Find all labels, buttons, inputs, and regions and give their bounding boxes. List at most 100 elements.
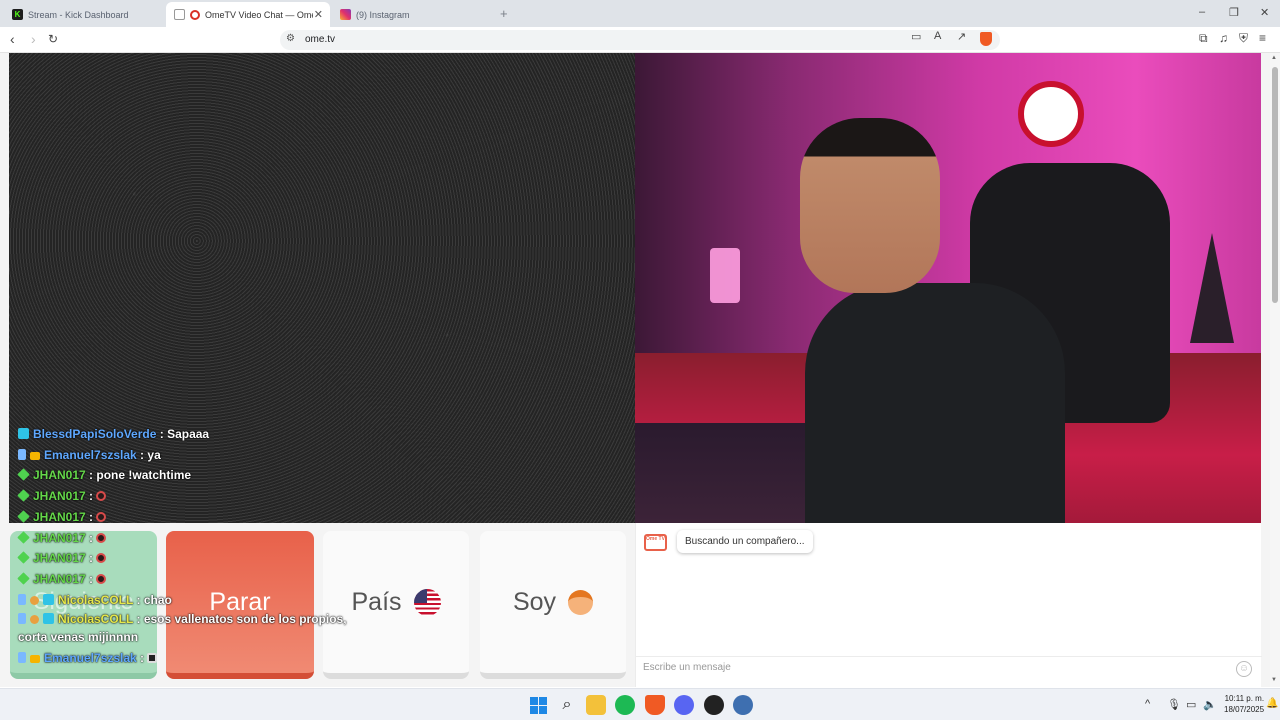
restore-icon[interactable]: ❐ [1229, 6, 1239, 19]
stream-chat-overlay: BlessdPapiSoloVerde : Sapaaa Emanuel7szs… [17, 424, 348, 669]
emote-icon [147, 653, 158, 664]
kick-icon: K [12, 9, 23, 20]
emote-icon [96, 573, 107, 584]
discord-icon[interactable] [674, 695, 694, 715]
chat-message: JHAN017 : [17, 569, 348, 590]
clock-time: 10:11 p. m. [1224, 694, 1265, 703]
instagram-icon [340, 9, 351, 20]
search-icon[interactable]: ⌕ [557, 695, 577, 715]
sub-badge-icon [43, 593, 54, 605]
back-icon[interactable]: ‹ [10, 31, 15, 47]
no-sign-poster [1018, 81, 1084, 147]
brave-shield-icon[interactable] [980, 32, 992, 46]
start-icon[interactable] [528, 695, 548, 715]
tab-title: (9) Instagram [356, 9, 410, 20]
gift-badge-icon [30, 595, 39, 605]
scroll-up-icon[interactable]: ▲ [1271, 55, 1277, 61]
extensions-icon[interactable]: ⧉ [1199, 31, 1208, 46]
new-tab-button[interactable]: + [500, 6, 508, 21]
chat-message: BlessdPapiSoloVerde : Sapaaa [18, 424, 348, 445]
ometv-logo-icon: Ome TV [644, 534, 667, 551]
gender-button[interactable]: Soy [480, 531, 626, 679]
country-button-label: País [351, 587, 402, 616]
cast-icon[interactable]: ▭ [911, 30, 921, 43]
sword-badge-icon [18, 652, 26, 664]
spotify-icon[interactable] [615, 695, 635, 715]
media-icon[interactable]: ♫ [1219, 31, 1228, 45]
boy-face-icon [568, 589, 594, 615]
tab-ometv[interactable]: OmeTV Video Chat — Omeg ✕ [166, 2, 330, 27]
emote-icon [96, 553, 107, 564]
windows-taskbar: ⌕ ^ 🎙 ▭ 🔈 10:11 p. m. 18/07/2025 🔔 [0, 688, 1280, 720]
clock-date: 18/07/2025 [1224, 705, 1265, 714]
url-field[interactable]: ⚙ ome.tv [280, 30, 1000, 50]
green-badge-icon [17, 530, 30, 544]
gift-badge-icon [30, 615, 39, 625]
system-clock[interactable]: 10:11 p. m. 18/07/2025 [1224, 693, 1264, 715]
emote-icon [96, 511, 107, 522]
message-bar: ☺ [636, 656, 1262, 681]
forward-icon[interactable]: › [31, 31, 36, 47]
tab-instagram[interactable]: (9) Instagram [332, 2, 492, 27]
gender-button-label: Soy [512, 587, 557, 616]
translate-icon[interactable]: A [934, 30, 941, 42]
emoji-icon[interactable]: ☺ [1236, 661, 1252, 677]
vpn-shield-icon[interactable]: ⛨ [1239, 31, 1248, 46]
green-badge-icon [17, 551, 30, 564]
file-explorer-icon[interactable] [586, 695, 606, 715]
site-settings-icon[interactable]: ⚙ [286, 33, 295, 44]
settings-icon[interactable] [733, 695, 753, 715]
status-message: Buscando un compañero... [677, 530, 813, 553]
tab-strip: K Stream - Kick Dashboard OmeTV Video Ch… [0, 0, 1280, 27]
close-window-icon[interactable]: ✕ [1260, 6, 1269, 19]
page-scrollbar[interactable]: ▲ ▼ [1270, 53, 1280, 687]
tab-kick-dashboard[interactable]: K Stream - Kick Dashboard [4, 2, 164, 27]
message-input[interactable] [643, 662, 1223, 673]
minimize-icon[interactable]: – [1199, 6, 1205, 18]
brave-icon[interactable] [645, 695, 665, 715]
chat-message: NicolasCOLL : chao [18, 590, 348, 611]
network-icon[interactable]: ▭ [1186, 698, 1196, 711]
chat-message: Emanuel7szslak : ya [18, 445, 348, 466]
notifications-icon[interactable]: 🔔 [1266, 698, 1278, 709]
chat-message: Emanuel7szslak : [18, 648, 348, 669]
us-flag-icon [413, 588, 441, 616]
url-text: ome.tv [305, 34, 336, 45]
green-badge-icon [17, 572, 30, 585]
sword-badge-icon [18, 613, 26, 625]
green-badge-icon [17, 489, 30, 502]
scroll-down-icon[interactable]: ▼ [1271, 677, 1277, 683]
share-icon[interactable]: ↗ [957, 30, 966, 43]
reload-icon[interactable]: ↻ [48, 32, 58, 46]
ometv-page: Siguiente Parar País Soy Ome TV Buscando… [0, 53, 1270, 687]
volume-icon[interactable]: 🔈 [1203, 698, 1217, 711]
tab-title: Stream - Kick Dashboard [28, 9, 129, 20]
chat-message: JHAN017 : [17, 548, 348, 569]
sword-badge-icon [18, 593, 26, 605]
scroll-thumb[interactable] [1272, 67, 1278, 303]
streamer [800, 118, 940, 293]
address-bar: ‹ › ↻ ⚙ ome.tv ▭ A ↗ ⧉ ♫ ⛨ ≡ [0, 27, 1280, 53]
chat-panel: Ome TV Buscando un compañero... ☺ [635, 523, 1262, 687]
chat-message: JHAN017 : [17, 486, 348, 507]
sword-badge-icon [18, 448, 26, 460]
sub-badge-icon [18, 428, 29, 439]
chat-message: NicolasCOLL : esos vallenatos son de los… [18, 612, 347, 645]
green-badge-icon [17, 510, 30, 523]
self-camera-video [635, 53, 1261, 523]
emote-icon [96, 491, 107, 502]
tab-favicon-icon [174, 9, 185, 20]
tab-title: OmeTV Video Chat — Omeg [205, 9, 313, 20]
chat-message: JHAN017 : [17, 507, 348, 528]
chat-message: JHAN017 : pone !watchtime [17, 465, 348, 486]
microphone-icon[interactable]: 🎙 [1167, 698, 1181, 711]
sub-badge-icon [43, 613, 54, 625]
close-tab-icon[interactable]: ✕ [314, 8, 323, 21]
recording-icon [190, 9, 200, 20]
green-badge-icon [17, 468, 30, 482]
chat-message: JHAN017 : [17, 528, 348, 549]
obs-icon[interactable] [704, 695, 724, 715]
show-hidden-icons-icon[interactable]: ^ [1145, 698, 1150, 710]
menu-icon[interactable]: ≡ [1259, 31, 1266, 45]
emote-icon [96, 532, 107, 543]
